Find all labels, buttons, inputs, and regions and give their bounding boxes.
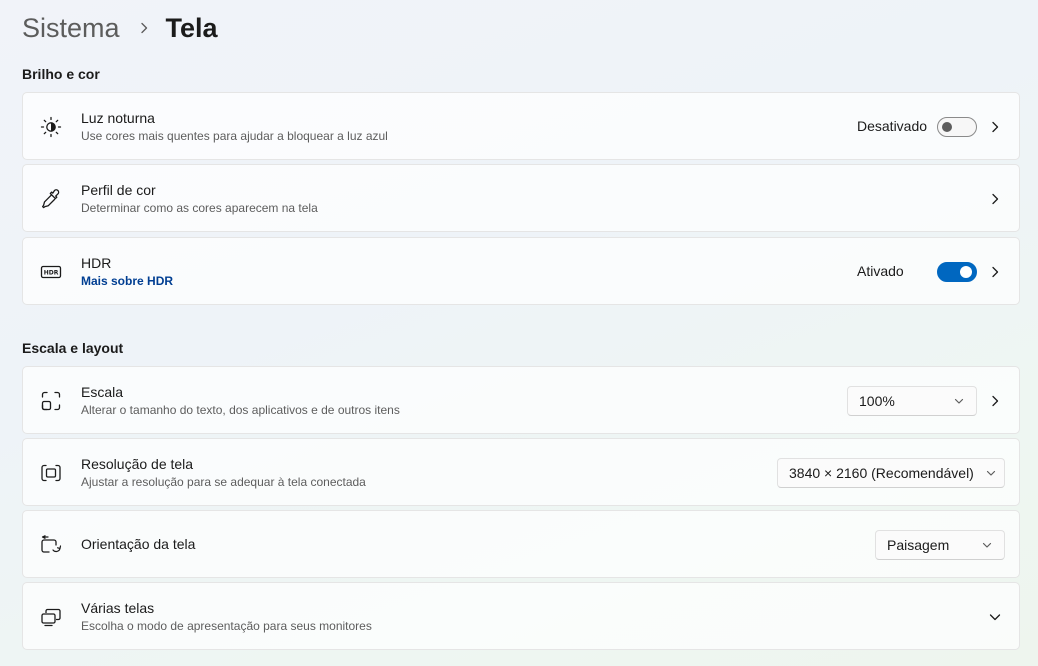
orientation-dropdown[interactable]: Paisagem — [875, 530, 1005, 560]
section-heading-scale-layout: Escala e layout — [22, 340, 124, 356]
night-light-description: Use cores mais quentes para ajudar a blo… — [81, 128, 388, 143]
orientation-title: Orientação da tela — [81, 536, 196, 552]
color-profile-title: Perfil de cor — [81, 181, 156, 198]
resolution-description: Ajustar a resolução para se adequar à te… — [81, 474, 366, 489]
toggle-knob — [960, 266, 972, 278]
resolution-card: Resolução de tela Ajustar a resolução pa… — [22, 438, 1020, 506]
hdr-card[interactable]: HDR HDR Mais sobre HDR Ativado — [22, 237, 1020, 305]
scale-value: 100% — [859, 393, 895, 409]
multiple-displays-card[interactable]: Várias telas Escolha o modo de apresenta… — [22, 582, 1020, 650]
breadcrumb-parent[interactable]: Sistema — [22, 13, 120, 44]
page-title: Tela — [165, 12, 218, 43]
scale-dropdown[interactable]: 100% — [847, 386, 977, 416]
hdr-toggle[interactable] — [937, 262, 977, 282]
night-light-toggle[interactable] — [937, 117, 977, 137]
eyedropper-icon — [39, 188, 63, 210]
resolution-title: Resolução de tela — [81, 455, 194, 472]
hdr-status: Ativado — [857, 263, 904, 279]
resolution-icon — [39, 462, 63, 484]
night-light-card[interactable]: Luz noturna Use cores mais quentes para … — [22, 92, 1020, 160]
hdr-icon: HDR — [39, 261, 63, 283]
orientation-value: Paisagem — [887, 537, 950, 553]
multiple-displays-title: Várias telas — [81, 599, 155, 616]
night-light-status: Desativado — [857, 118, 928, 134]
night-light-title: Luz noturna — [81, 109, 155, 126]
hdr-more-link[interactable]: Mais sobre HDR — [81, 273, 173, 289]
chevron-down-icon — [982, 540, 992, 550]
chevron-down-icon — [986, 468, 996, 478]
chevron-right-icon[interactable] — [987, 191, 1003, 207]
chevron-right-icon[interactable] — [987, 393, 1003, 409]
chevron-right-icon[interactable] — [987, 119, 1003, 135]
scale-title: Escala — [81, 383, 124, 400]
breadcrumb: Sistema Tela — [22, 8, 218, 48]
scale-icon — [39, 390, 63, 412]
scale-card[interactable]: Escala Alterar o tamanho do texto, dos a… — [22, 366, 1020, 434]
chevron-down-icon[interactable] — [987, 609, 1003, 625]
night-light-icon — [39, 116, 63, 138]
resolution-dropdown[interactable]: 3840 × 2160 (Recomendável) — [777, 458, 1005, 488]
section-heading-brightness: Brilho e cor — [22, 66, 100, 82]
hdr-title: HDR — [81, 254, 112, 271]
orientation-icon — [39, 534, 63, 556]
svg-text:HDR: HDR — [44, 270, 59, 277]
color-profile-card[interactable]: Perfil de cor Determinar como as cores a… — [22, 164, 1020, 232]
multiple-displays-description: Escolha o modo de apresentação para seus… — [81, 618, 372, 633]
scale-description: Alterar o tamanho do texto, dos aplicati… — [81, 402, 400, 417]
color-profile-description: Determinar como as cores aparecem na tel… — [81, 200, 318, 215]
toggle-knob — [942, 122, 952, 132]
resolution-value: 3840 × 2160 (Recomendável) — [789, 465, 974, 481]
multiple-displays-icon — [39, 606, 63, 628]
chevron-down-icon — [954, 396, 964, 406]
chevron-right-icon — [138, 22, 150, 34]
orientation-card: Orientação da tela Paisagem — [22, 510, 1020, 578]
chevron-right-icon[interactable] — [987, 264, 1003, 280]
